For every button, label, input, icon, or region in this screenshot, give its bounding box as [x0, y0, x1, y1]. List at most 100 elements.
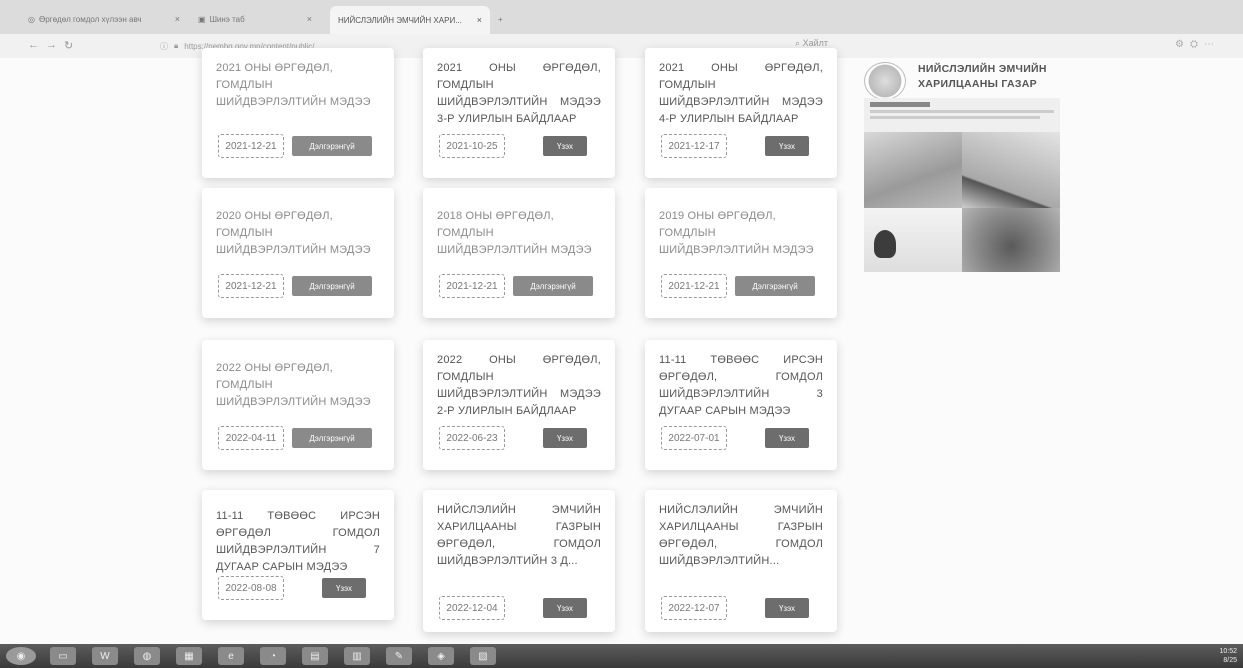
clock-time: 10:52: [1219, 648, 1237, 655]
word-icon[interactable]: W: [92, 647, 118, 665]
card-title: 11-11 ТӨВӨӨС ИРСЭН ӨРГӨДӨЛ, ГОМДОЛ ШИЙДВ…: [659, 354, 823, 417]
news-card[interactable]: 11-11 ТӨВӨӨС ИРСЭН ӨРГӨДӨЛ ГОМДОЛ ШИЙДВЭ…: [202, 490, 394, 620]
user-icon[interactable]: ⛭: [1190, 39, 1204, 50]
view-button[interactable]: Үзэх: [543, 598, 587, 618]
banner-text-line: [870, 102, 930, 107]
info-icon: ⓘ: [160, 41, 168, 51]
news-card[interactable]: НИЙСЛЭЛИЙН ЭМЧИЙН ХАРИЛЦААНЫ ГАЗРЫН ӨРГӨ…: [645, 490, 837, 632]
globe-icon: ◎: [28, 14, 35, 24]
news-card[interactable]: НИЙСЛЭЛИЙН ЭМЧИЙН ХАРИЛЦААНЫ ГАЗРЫН ӨРГӨ…: [423, 490, 615, 632]
date-badge: 2021-12-21: [218, 274, 284, 298]
date-badge: 2021-12-21: [218, 134, 284, 158]
date-badge: 2021-12-17: [661, 134, 727, 158]
search-icon: ⌕: [795, 38, 801, 48]
organization-logo: [864, 62, 906, 100]
forward-icon[interactable]: →: [46, 39, 57, 51]
view-button[interactable]: Үзэх: [765, 428, 809, 448]
news-card[interactable]: 2018 ОНЫ ӨРГӨДӨЛ, ГОМДЛЫН ШИЙДВЭРЛЭЛТИЙН…: [423, 188, 615, 318]
card-title: 2022 ОНЫ ӨРГӨДӨЛ, ГОМДЛЫН ШИЙДВЭРЛЭЛТИЙН…: [437, 354, 601, 417]
app-icon[interactable]: ▧: [470, 647, 496, 665]
pdf-icon[interactable]: ✎: [386, 647, 412, 665]
news-card[interactable]: 2022 ОНЫ ӨРГӨДӨЛ, ГОМДЛЫН ШИЙДВЭРЛЭЛТИЙН…: [202, 340, 394, 470]
page-icon: ▣: [198, 14, 206, 24]
news-card[interactable]: 2021 ОНЫ ӨРГӨДӨЛ, ГОМДЛЫН ШИЙДВЭРЛЭЛТИЙН…: [202, 48, 394, 178]
news-card[interactable]: 11-11 ТӨВӨӨС ИРСЭН ӨРГӨДӨЛ, ГОМДОЛ ШИЙДВ…: [645, 340, 837, 470]
refresh-icon[interactable]: ↻: [64, 39, 73, 52]
date-badge: 2022-07-01: [661, 426, 727, 450]
organization-name: НИЙСЛЭЛИЙН ЭМЧИЙН ХАРИЛЦААНЫ ГАЗАР: [918, 62, 1047, 92]
date-badge: 2022-12-07: [661, 596, 727, 620]
org-name-line: ХАРИЛЦААНЫ ГАЗАР: [918, 78, 1037, 90]
news-card[interactable]: 2020 ОНЫ ӨРГӨДӨЛ, ГОМДЛЫН ШИЙДВЭРЛЭЛТИЙН…: [202, 188, 394, 318]
view-button[interactable]: Үзэх: [543, 428, 587, 448]
card-title: 2020 ОНЫ ӨРГӨДӨЛ, ГОМДЛЫН ШИЙДВЭРЛЭЛТИЙН…: [216, 210, 371, 256]
close-icon[interactable]: ×: [477, 15, 482, 25]
news-card[interactable]: 2021 ОНЫ ӨРГӨДӨЛ, ГОМДЛЫН ШИЙДВЭРЛЭЛТИЙН…: [423, 48, 615, 178]
details-button[interactable]: Дэлгэрэнгүй: [735, 276, 815, 296]
menu-icon[interactable]: ⋯: [1204, 39, 1220, 50]
date-badge: 2022-04-11: [218, 426, 284, 450]
file-explorer-icon[interactable]: ▭: [50, 647, 76, 665]
photo: [962, 132, 1060, 208]
date-badge: 2022-06-23: [439, 426, 505, 450]
back-icon[interactable]: ←: [28, 39, 39, 51]
news-card[interactable]: 2019 ОНЫ ӨРГӨДӨЛ, ГОМДЛЫН ШИЙДВЭРЛЭЛТИЙН…: [645, 188, 837, 318]
browser-icon[interactable]: e: [218, 647, 244, 665]
close-icon[interactable]: ×: [175, 14, 180, 24]
browser-tab[interactable]: ◎ Өргөдөл гомдол хүлээн авч ×: [20, 8, 188, 30]
tab-label: Шинэ таб: [209, 14, 245, 24]
tab-label: НИЙСЛЭЛИЙН ЭМЧИЙН ХАРИ...: [338, 15, 462, 25]
os-taskbar: ◉ ▭ W ◍ ▦ e ◔ ▤ ▥ ✎ ◈ ▧ 10:52 8/25: [0, 644, 1243, 668]
card-title: 2021 ОНЫ ӨРГӨДӨЛ, ГОМДЛЫН ШИЙДВЭРЛЭЛТИЙН…: [216, 62, 371, 108]
date-badge: 2021-10-25: [439, 134, 505, 158]
lock-icon: 🔒︎: [174, 41, 179, 50]
date-badge: 2022-08-08: [218, 576, 284, 600]
view-button[interactable]: Үзэх: [765, 598, 809, 618]
chrome-icon[interactable]: ◔: [260, 647, 286, 665]
start-button-icon[interactable]: ◉: [6, 647, 36, 665]
view-button[interactable]: Үзэх: [765, 136, 809, 156]
date-badge: 2021-12-21: [439, 274, 505, 298]
banner-image[interactable]: [864, 98, 1060, 272]
news-card[interactable]: 2022 ОНЫ ӨРГӨДӨЛ, ГОМДЛЫН ШИЙДВЭРЛЭЛТИЙН…: [423, 340, 615, 470]
view-button[interactable]: Үзэх: [322, 578, 366, 598]
date-badge: 2021-12-21: [661, 274, 727, 298]
card-title: 11-11 ТӨВӨӨС ИРСЭН ӨРГӨДӨЛ ГОМДОЛ ШИЙДВЭ…: [216, 510, 380, 573]
close-icon[interactable]: ×: [307, 14, 312, 24]
browser-tab[interactable]: ▣ Шинэ таб ×: [190, 8, 320, 30]
app-icon[interactable]: ▥: [344, 647, 370, 665]
org-name-line: НИЙСЛЭЛИЙН ЭМЧИЙН: [918, 63, 1047, 75]
date-badge: 2022-12-04: [439, 596, 505, 620]
photo: [864, 132, 962, 208]
browser-toolbar: ⚙⛭⋯: [1175, 39, 1220, 50]
system-clock[interactable]: 10:52 8/25: [1219, 647, 1237, 665]
plus-icon: +: [498, 14, 503, 24]
app-icon[interactable]: ◈: [428, 647, 454, 665]
banner-text-line: [870, 110, 1054, 113]
card-title: 2021 ОНЫ ӨРГӨДӨЛ, ГОМДЛЫН ШИЙДВЭРЛЭЛТИЙН…: [437, 62, 601, 125]
browser-tab-bar: ◎ Өргөдөл гомдол хүлээн авч × ▣ Шинэ таб…: [0, 0, 1243, 34]
photo: [962, 208, 1060, 272]
browser-tab-active[interactable]: НИЙСЛЭЛИЙН ЭМЧИЙН ХАРИ... ×: [330, 6, 490, 34]
card-title: НИЙСЛЭЛИЙН ЭМЧИЙН ХАРИЛЦААНЫ ГАЗРЫН ӨРГӨ…: [659, 504, 823, 567]
details-button[interactable]: Дэлгэрэнгүй: [292, 136, 372, 156]
card-title: НИЙСЛЭЛИЙН ЭМЧИЙН ХАРИЛЦААНЫ ГАЗРЫН ӨРГӨ…: [437, 504, 601, 567]
person-figure: [874, 230, 896, 258]
tab-label: Өргөдөл гомдол хүлээн авч: [38, 14, 142, 24]
card-title: 2019 ОНЫ ӨРГӨДӨЛ, ГОМДЛЫН ШИЙДВЭРЛЭЛТИЙН…: [659, 210, 814, 256]
news-card[interactable]: 2021 ОНЫ ӨРГӨДӨЛ, ГОМДЛЫН ШИЙДВЭРЛЭЛТИЙН…: [645, 48, 837, 178]
details-button[interactable]: Дэлгэрэнгүй: [513, 276, 593, 296]
details-button[interactable]: Дэлгэрэнгүй: [292, 428, 372, 448]
search-label: Хайлт: [802, 38, 828, 48]
details-button[interactable]: Дэлгэрэнгүй: [292, 276, 372, 296]
banner-text-line: [870, 116, 1040, 119]
media-player-icon[interactable]: ◍: [134, 647, 160, 665]
app-icon[interactable]: ▤: [302, 647, 328, 665]
excel-icon[interactable]: ▦: [176, 647, 202, 665]
card-title: 2022 ОНЫ ӨРГӨДӨЛ, ГОМДЛЫН ШИЙДВЭРЛЭЛТИЙН…: [216, 362, 371, 408]
new-tab-button[interactable]: +: [490, 8, 510, 30]
card-title: 2018 ОНЫ ӨРГӨДӨЛ, ГОМДЛЫН ШИЙДВЭРЛЭЛТИЙН…: [437, 210, 592, 256]
clock-date: 8/25: [1223, 657, 1237, 664]
view-button[interactable]: Үзэх: [543, 136, 587, 156]
settings-icon[interactable]: ⚙: [1175, 39, 1190, 50]
